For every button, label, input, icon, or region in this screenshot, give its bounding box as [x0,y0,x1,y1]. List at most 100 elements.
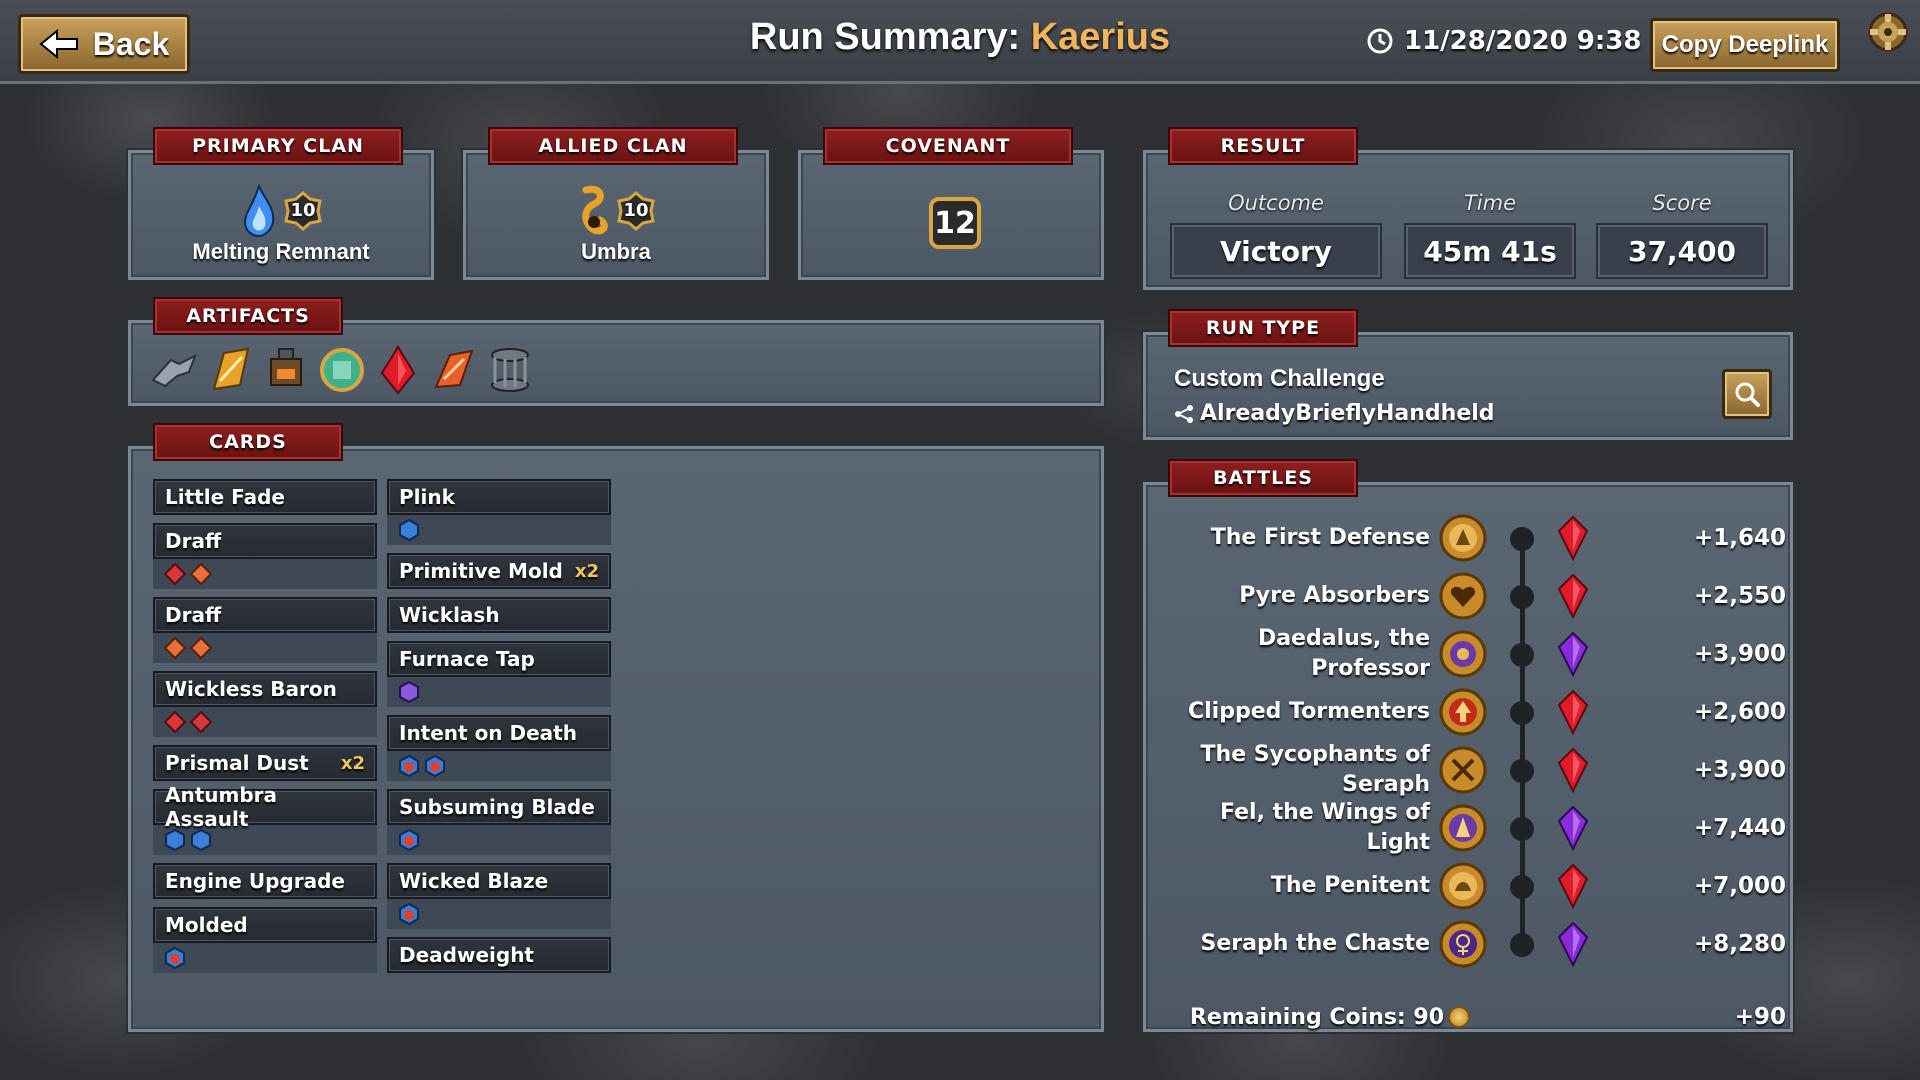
remaining-coins: Remaining Coins: 90 [1190,997,1470,1037]
card-item[interactable]: Subsuming Blade [387,789,611,855]
red-gem-icon [1557,747,1589,793]
card-item[interactable]: Little Fade [153,479,377,515]
heart-emblem-icon [1439,572,1487,620]
search-button[interactable] [1722,369,1772,419]
share-icon [1175,404,1193,423]
card-name: Plink [399,485,455,509]
card-item[interactable]: Draff [153,523,377,589]
title-name: Kaerius [1030,16,1171,58]
card-item[interactable]: Wicked Blaze [387,863,611,929]
card-name: Intent on Death [399,721,577,745]
battle-score: +7,440 [1693,815,1786,841]
card-item[interactable]: Wickless Baron [153,671,377,737]
orange-shard-artifact-icon[interactable] [427,343,481,397]
timeline-dot [1510,643,1534,667]
red-crystal-artifact-icon[interactable] [371,343,425,397]
card-item[interactable]: Plink [387,479,611,545]
artifacts-tab: ARTIFACTS [153,297,343,335]
battle-score: +3,900 [1693,641,1786,667]
crossed-swords-emblem-icon [1439,746,1487,794]
time-label: Time [1463,191,1517,215]
boss-emblem-icon [1439,862,1487,910]
card-name: Furnace Tap [399,647,535,671]
umbra-icon [582,185,608,235]
purple-gem-icon [1557,805,1589,851]
orange-upgrade-icon [163,636,187,660]
purple-gem-icon [1557,921,1589,967]
blue-upgrade-icon [191,828,211,852]
card-item[interactable]: Engine Upgrade [153,863,377,899]
purple-gem-icon [1557,631,1589,677]
timeline-dot [1510,527,1534,551]
covenant-tab: COVENANT [823,127,1073,165]
title-prefix: Run Summary: [749,16,1031,58]
blue-red-upgrade-icon [399,902,419,926]
green-orb-artifact-icon[interactable] [315,343,369,397]
card-item[interactable]: Intent on Death [387,715,611,781]
artifacts-panel: ARTIFACTS [128,297,1104,406]
clan-level-badge: 10 [616,191,656,231]
orange-upgrade-icon [189,636,213,660]
battle-name: Pyre Absorbers [1239,583,1430,608]
time-column: Time 45m 41s [1404,191,1576,279]
battle-row: The Penitent +7,000 [1146,857,1786,915]
card-multiplier: x2 [340,752,365,774]
battle-row: Fel, the Wings of Light +7,440 [1146,799,1786,857]
card-name: Molded [165,913,248,937]
card-item[interactable]: Antumbra Assault [153,783,377,855]
stone-cage-artifact-icon[interactable] [483,343,537,397]
timeline-dot [1510,585,1534,609]
gray-wing-artifact-icon[interactable] [147,343,201,397]
card-multiplier: x2 [574,560,599,582]
top-bar: Back Run Summary: Kaerius 11/28/2020 9:3… [0,0,1920,84]
card-name: Little Fade [165,485,285,509]
coin-icon [1448,1006,1470,1028]
score-column: Score 37,400 [1596,191,1768,279]
cards-right-column: Plink Primitive Mold x2 Wicklash Furnace … [387,479,611,981]
card-item[interactable]: Prismal Dust x2 [153,745,377,781]
run-type-title: Custom Challenge [1174,365,1385,392]
battle-score: +2,550 [1693,583,1786,609]
timeline-dot [1510,759,1534,783]
cards-left-column: Little Fade Draff Draff Wickless Baron P [153,479,377,981]
outcome-label: Outcome [1228,191,1324,215]
card-item[interactable]: Deadweight [387,937,611,973]
card-item[interactable]: Draff [153,597,377,663]
card-name: Draff [165,529,222,553]
card-name: Engine Upgrade [165,869,345,893]
run-type-tab: RUN TYPE [1168,309,1358,347]
boss-emblem-icon [1439,630,1487,678]
clan-level-badge: 10 [283,191,323,231]
card-name: Subsuming Blade [399,795,595,819]
coins-score: +90 [1734,1004,1786,1030]
gear-icon[interactable] [1864,8,1912,56]
copy-deeplink-button[interactable]: Copy Deeplink [1650,18,1840,72]
primary-clan-tab: PRIMARY CLAN [153,127,403,165]
allied-clan-panel: ALLIED CLAN 10 Umbra [463,127,769,280]
card-item[interactable]: Molded [153,907,377,973]
blue-red-upgrade-icon [399,828,419,852]
furnace-artifact-icon[interactable] [259,343,313,397]
red-gem-icon [1557,573,1589,619]
card-name: Wicked Blaze [399,869,549,893]
battle-score: +1,640 [1693,525,1786,551]
back-button[interactable]: Back [18,14,190,74]
battle-name: Clipped Tormenters [1188,699,1430,724]
allied-clan-tab: ALLIED CLAN [488,127,738,165]
blue-red-upgrade-icon [399,754,419,778]
gold-shard-artifact-icon[interactable] [203,343,257,397]
outcome-value: Victory [1170,223,1382,279]
card-item[interactable]: Wicklash [387,597,611,633]
score-value: 37,400 [1596,223,1768,279]
arrow-emblem-icon [1439,688,1487,736]
card-name: Antumbra Assault [165,783,278,831]
card-item[interactable]: Furnace Tap [387,641,611,707]
card-name: Draff [165,603,222,627]
blue-red-upgrade-icon [425,754,445,778]
result-panel: RESULT Outcome Victory Time 45m 41s Scor… [1143,127,1793,290]
clock-icon [1367,28,1393,54]
primary-clan-name: Melting Remnant [192,239,370,264]
red-upgrade-icon [163,562,187,586]
card-item[interactable]: Primitive Mold x2 [387,553,611,589]
red-upgrade-icon [189,710,213,734]
